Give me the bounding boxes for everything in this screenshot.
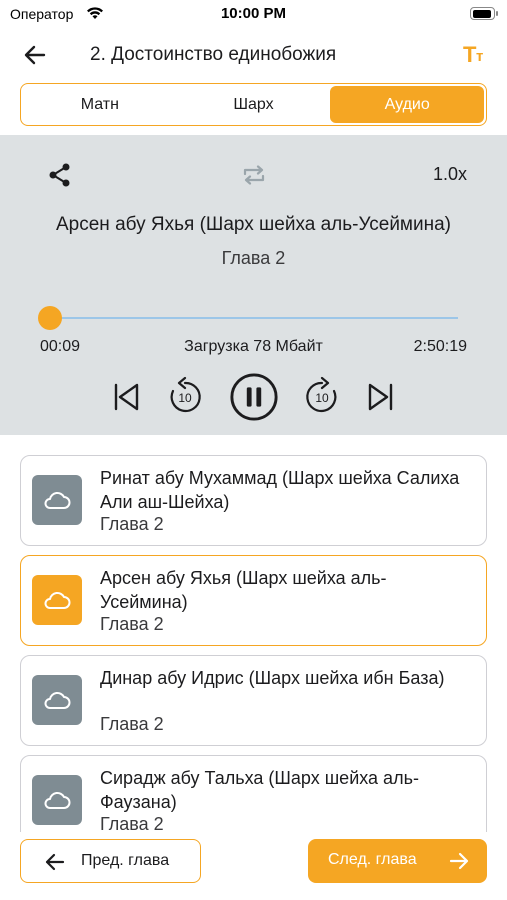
font-icon-small: т xyxy=(476,48,484,65)
rewind-seconds: 10 xyxy=(178,391,192,405)
clock: 10:00 PM xyxy=(220,5,287,22)
arrow-right-icon xyxy=(449,852,469,870)
prev-chapter-label: Пред. глава xyxy=(81,852,170,869)
forward-seconds: 10 xyxy=(315,391,329,405)
skip-next-icon[interactable] xyxy=(366,372,396,422)
progress-bar[interactable] xyxy=(50,317,458,319)
list-item[interactable]: Ринат абу Мухаммад (Шарх шейха Салиха Ал… xyxy=(20,455,487,546)
recording-chapter: Глава 2 xyxy=(100,614,164,634)
chapter-navigation: Пред. глава След. глава xyxy=(0,832,507,900)
playback-speed-button[interactable]: 1.0x xyxy=(433,164,467,185)
recording-title: Сирадж абу Тальха (Шарх шейха аль-Фаузан… xyxy=(100,768,419,812)
skip-previous-icon[interactable] xyxy=(111,372,141,422)
font-icon-big: T xyxy=(463,42,477,67)
recordings-list: Ринат абу Мухаммад (Шарх шейха Салиха Ал… xyxy=(0,435,507,832)
pause-icon[interactable] xyxy=(228,372,280,422)
tab-text[interactable]: Матн xyxy=(23,86,177,123)
tab-label: Аудио xyxy=(384,95,430,113)
time-total: 2:50:19 xyxy=(413,338,467,355)
recording-title: Арсен абу Яхья (Шарх шейха аль-Усеймина) xyxy=(100,568,387,612)
rewind-10-icon[interactable]: 10 xyxy=(164,372,206,422)
audio-player: 1.0x Арсен абу Яхья (Шарх шейха аль-Усей… xyxy=(0,135,507,435)
recording-chapter: Глава 2 xyxy=(100,814,164,832)
recording-chapter: Глава 2 xyxy=(100,714,164,734)
list-item[interactable]: Сирадж абу Тальха (Шарх шейха аль-Фаузан… xyxy=(20,755,487,832)
progress-knob[interactable] xyxy=(38,306,63,330)
recording-chapter: Глава 2 xyxy=(100,514,164,534)
cloud-icon xyxy=(32,675,82,725)
tab-label: Шарх xyxy=(233,95,274,113)
forward-10-icon[interactable]: 10 xyxy=(301,372,343,422)
tab-commentary[interactable]: Шарх xyxy=(177,86,331,123)
text-size-icon[interactable]: T т xyxy=(463,42,491,68)
recording-title: Динар абу Идрис (Шарх шейха ибн База) xyxy=(100,668,445,688)
tab-audio[interactable]: Аудио xyxy=(330,86,485,123)
recording-title: Ринат абу Мухаммад (Шарх шейха Салиха Ал… xyxy=(100,468,460,512)
arrow-left-icon[interactable] xyxy=(22,42,48,68)
content-tabs: Матн Шарх Аудио xyxy=(20,83,487,126)
nav-bar: 2. Достоинство единобожия T т xyxy=(0,34,507,76)
arrow-left-icon xyxy=(45,853,65,871)
cloud-icon xyxy=(32,475,82,525)
track-chapter: Глава 2 xyxy=(221,248,286,268)
page-title: 2. Достоинство единобожия xyxy=(90,44,337,65)
prev-chapter-button[interactable]: Пред. глава xyxy=(20,839,201,883)
battery-icon xyxy=(470,7,498,20)
track-title: Арсен абу Яхья (Шарх шейха аль-Усеймина) xyxy=(56,214,451,235)
tab-label: Матн xyxy=(80,95,119,113)
status-bar: Оператор 10:00 PM xyxy=(0,0,507,30)
repeat-icon[interactable] xyxy=(240,161,268,189)
cloud-icon xyxy=(32,575,82,625)
next-chapter-button[interactable]: След. глава xyxy=(308,839,487,883)
cloud-icon xyxy=(32,775,82,825)
list-item[interactable]: Арсен абу Яхья (Шарх шейха аль-Усеймина)… xyxy=(20,555,487,646)
share-icon[interactable] xyxy=(46,161,74,189)
list-item[interactable]: Динар абу Идрис (Шарх шейха ибн База) Гл… xyxy=(20,655,487,746)
next-chapter-label: След. глава xyxy=(328,851,417,868)
